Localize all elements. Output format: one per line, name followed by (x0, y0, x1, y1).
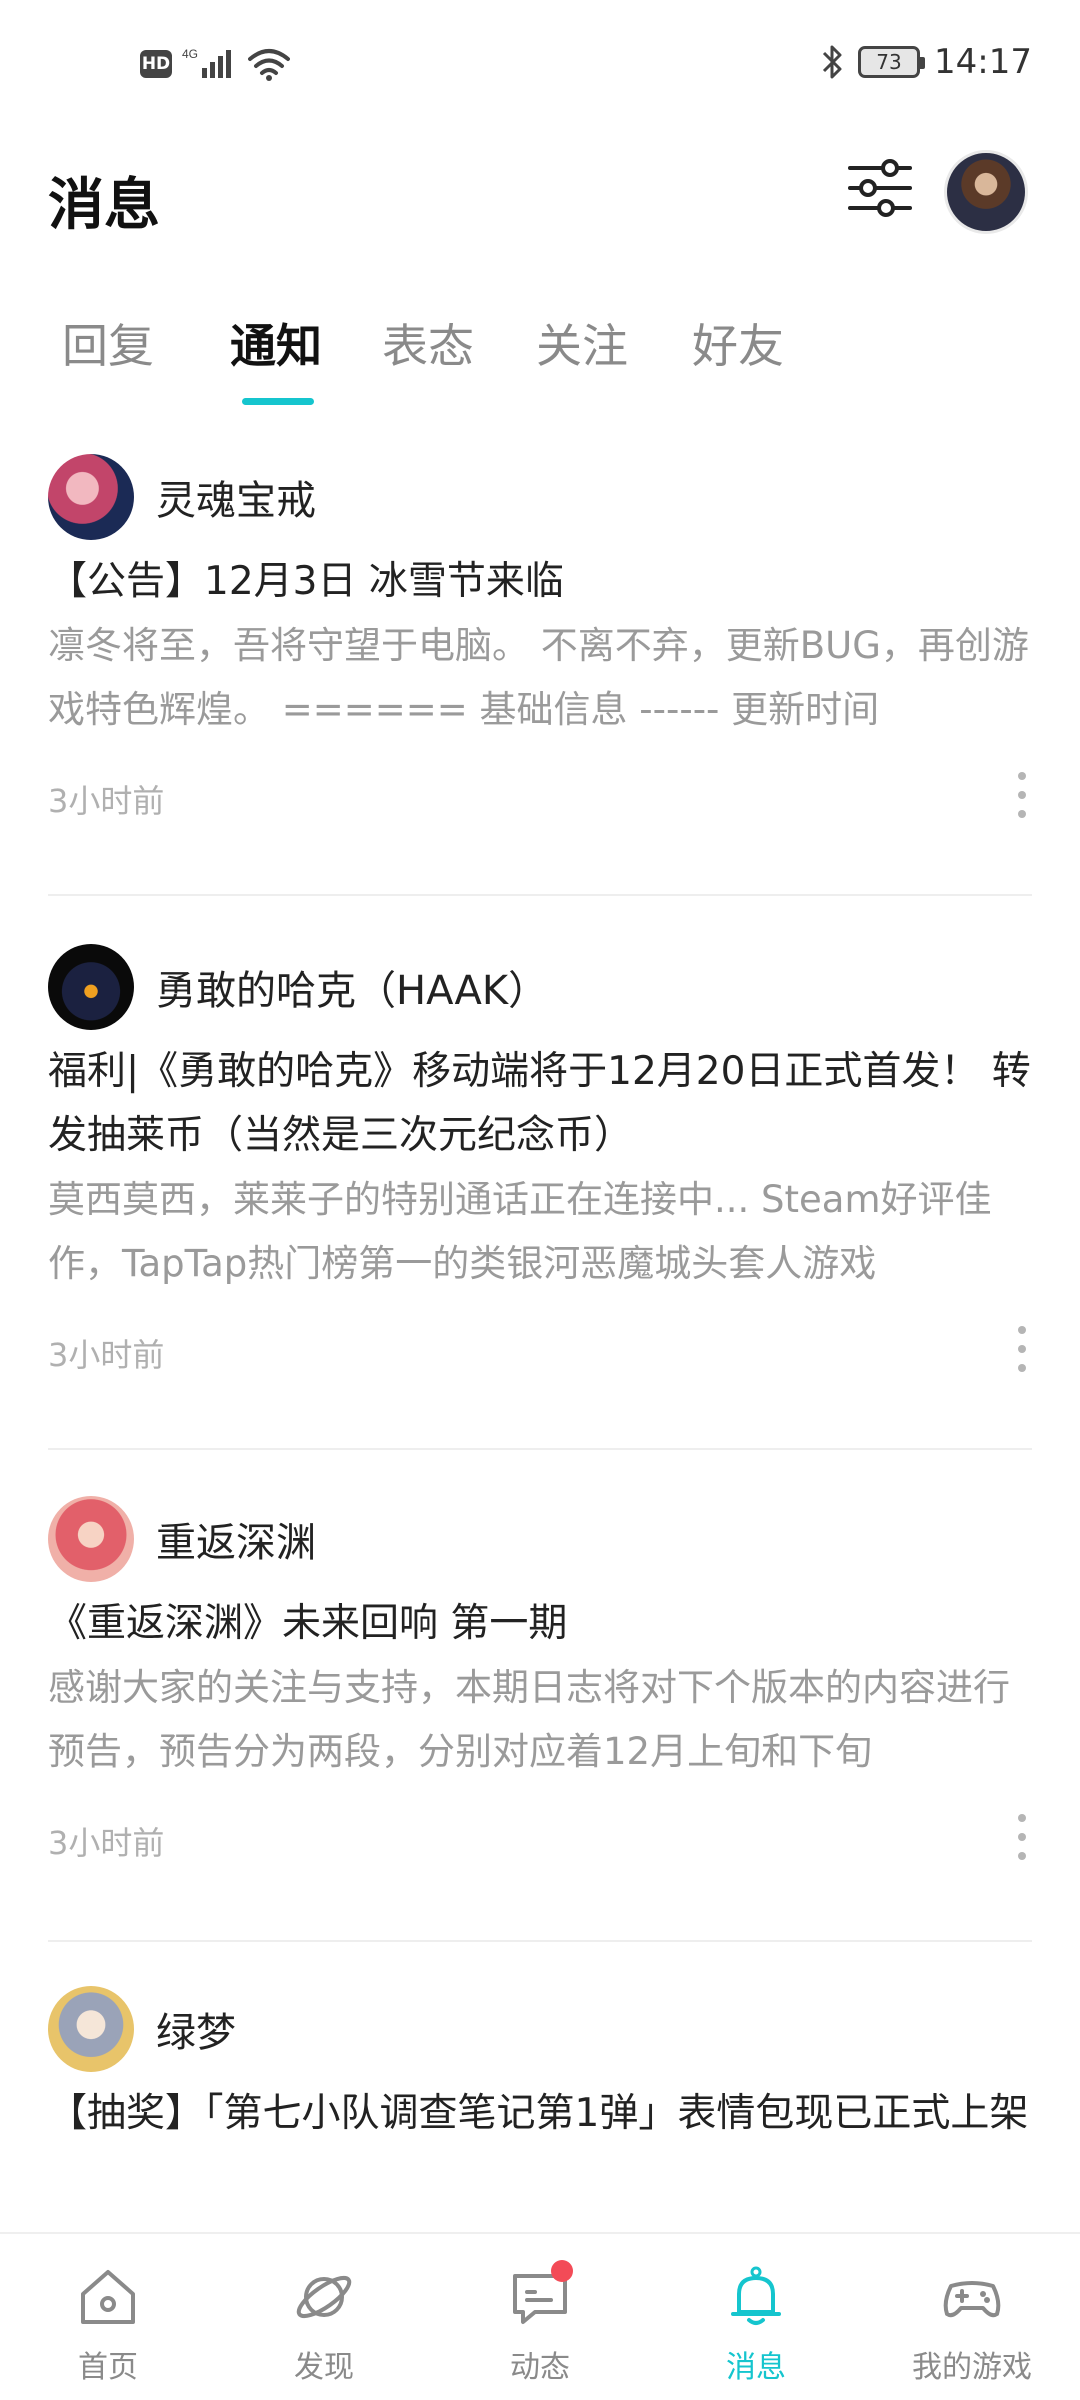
card-header: 绿梦 (48, 1984, 1032, 2074)
nav-label: 发现 (294, 2350, 354, 2385)
hd-badge: HD (140, 50, 172, 78)
active-tab-indicator (242, 398, 314, 405)
status-bar: HD 4G 73 14:17 (0, 0, 1080, 130)
signal-icon: 4G (182, 47, 231, 78)
bluetooth-icon (822, 45, 842, 79)
card-header: 勇敢的哈克（HAAK） (48, 942, 1032, 1032)
filter-sliders-icon (848, 159, 912, 217)
card-meta: 3小时前 (48, 1320, 1032, 1380)
more-dot-icon (1018, 810, 1026, 818)
nav-discover[interactable]: 发现 (216, 2262, 432, 2392)
status-left: HD 4G (140, 46, 290, 82)
notification-excerpt: 莫西莫西，莱莱子的特别通话正在连接中... Steam好评佳作，TapTap热门… (48, 1178, 992, 1285)
more-dot-icon (1018, 791, 1026, 799)
card-meta: 3小时前 (48, 1808, 1032, 1868)
nav-label: 我的游戏 (912, 2350, 1032, 2385)
status-right: 73 14:17 (820, 42, 1032, 82)
home-icon (81, 2270, 135, 2324)
author-name[interactable]: 绿梦 (156, 2000, 236, 2058)
more-dot-icon (1018, 1364, 1026, 1372)
more-dot-icon (1018, 772, 1026, 780)
network-type-label: 4G (182, 47, 198, 61)
tab-reply[interactable]: 回复 (62, 310, 154, 376)
status-time: 14:17 (934, 42, 1032, 82)
notification-title: 福利|《勇敢的哈克》移动端将于12月20日正式首发！ 转发抽莱币（当然是三次元纪… (48, 1049, 1031, 1158)
filter-button[interactable] (846, 154, 914, 222)
notification-time: 3小时前 (48, 1824, 165, 1862)
more-options-button[interactable] (1012, 772, 1032, 818)
nav-feed[interactable]: 动态 (432, 2260, 648, 2392)
more-dot-icon (1018, 1345, 1026, 1353)
message-tabs: 回复 通知 表态 关注 好友 (0, 300, 1080, 410)
author-name[interactable]: 灵魂宝戒 (156, 468, 316, 526)
nav-home[interactable]: 首页 (0, 2262, 216, 2392)
more-options-button[interactable] (1012, 1326, 1032, 1372)
nav-label: 消息 (726, 2350, 786, 2385)
battery-level: 73 (876, 50, 902, 74)
card-header: 灵魂宝戒 (48, 452, 1032, 542)
more-options-button[interactable] (1012, 1814, 1032, 1860)
page-title: 消息 (48, 173, 160, 238)
author-avatar[interactable] (48, 1496, 134, 1582)
chat-icon (505, 2260, 575, 2332)
unread-badge (551, 2260, 573, 2282)
tab-reaction[interactable]: 表态 (382, 310, 474, 376)
bottom-navigation: 首页 发现 动态 消息 我的游戏 (0, 2232, 1080, 2400)
nav-label: 首页 (78, 2350, 138, 2385)
tab-follow[interactable]: 关注 (536, 310, 628, 376)
bell-icon (731, 2266, 781, 2325)
more-dot-icon (1018, 1833, 1026, 1841)
more-dot-icon (1018, 1326, 1026, 1334)
tab-friends[interactable]: 好友 (692, 310, 784, 376)
wifi-icon (248, 49, 290, 81)
planet-icon (296, 2275, 352, 2319)
notification-card[interactable]: 重返深渊 《重返深渊》未来回响 第一期 感谢大家的关注与支持，本期日志将对下个版… (48, 1494, 1032, 1868)
notification-time: 3小时前 (48, 1336, 165, 1374)
card-meta: 3小时前 (48, 766, 1032, 826)
notification-title: 【抽奖】「第七小队调查笔记第1弹」表情包现已正式上架 (48, 2091, 1029, 2136)
notification-time: 3小时前 (48, 782, 165, 820)
divider (48, 894, 1032, 896)
author-avatar[interactable] (48, 944, 134, 1030)
user-avatar[interactable] (944, 150, 1028, 234)
notification-card[interactable]: 灵魂宝戒 【公告】12月3日 冰雪节来临 凛冬将至，吾将守望于电脑。 不离不弃，… (48, 452, 1032, 826)
divider (48, 1940, 1032, 1942)
notification-title: 《重返深渊》未来回响 第一期 (48, 1601, 568, 1646)
notification-title: 【公告】12月3日 冰雪节来临 (48, 559, 564, 604)
more-dot-icon (1018, 1814, 1026, 1822)
author-avatar[interactable] (48, 1986, 134, 2072)
nav-messages[interactable]: 消息 (648, 2262, 864, 2392)
notification-card[interactable]: 勇敢的哈克（HAAK） 福利|《勇敢的哈克》移动端将于12月20日正式首发！ 转… (48, 942, 1032, 1380)
tab-notification[interactable]: 通知 (230, 310, 322, 376)
nav-label: 动态 (510, 2350, 570, 2385)
gamepad-icon (943, 2281, 1001, 2318)
notification-excerpt: 凛冬将至，吾将守望于电脑。 不离不弃，更新BUG，再创游戏特色辉煌。 =====… (48, 624, 1029, 731)
more-dot-icon (1018, 1852, 1026, 1860)
author-name[interactable]: 勇敢的哈克（HAAK） (156, 958, 548, 1016)
author-name[interactable]: 重返深渊 (156, 1510, 316, 1568)
nav-my-games[interactable]: 我的游戏 (864, 2262, 1080, 2392)
author-avatar[interactable] (48, 454, 134, 540)
notification-excerpt: 感谢大家的关注与支持，本期日志将对下个版本的内容进行预告，预告分为两段，分别对应… (48, 1666, 1010, 1773)
notification-card[interactable]: 绿梦 【抽奖】「第七小队调查笔记第1弹」表情包现已正式上架 (48, 1984, 1032, 2146)
card-header: 重返深渊 (48, 1494, 1032, 1584)
divider (48, 1448, 1032, 1450)
header: 消息 (0, 140, 1080, 250)
notification-list: 灵魂宝戒 【公告】12月3日 冰雪节来临 凛冬将至，吾将守望于电脑。 不离不弃，… (0, 430, 1080, 2230)
battery-indicator: 73 (858, 46, 926, 78)
